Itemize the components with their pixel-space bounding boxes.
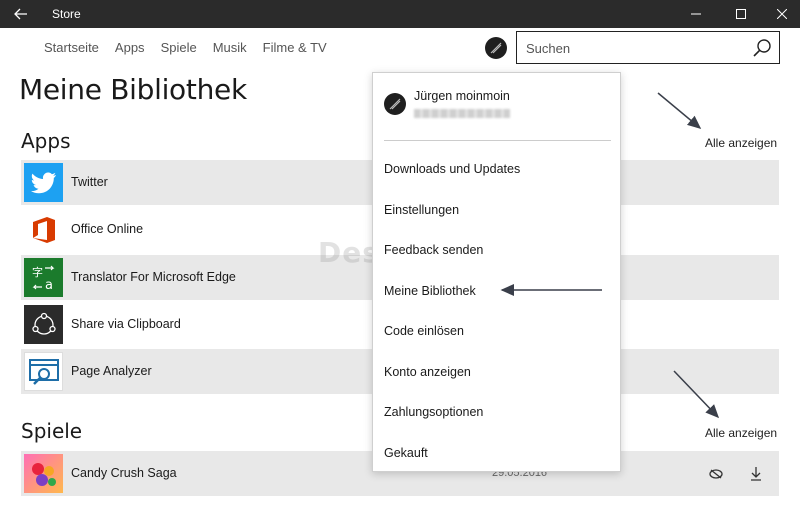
- arrow-to-apps-see-all: [657, 92, 702, 129]
- annotation-arrows: [500, 92, 720, 419]
- arrow-to-games-see-all: [673, 370, 720, 419]
